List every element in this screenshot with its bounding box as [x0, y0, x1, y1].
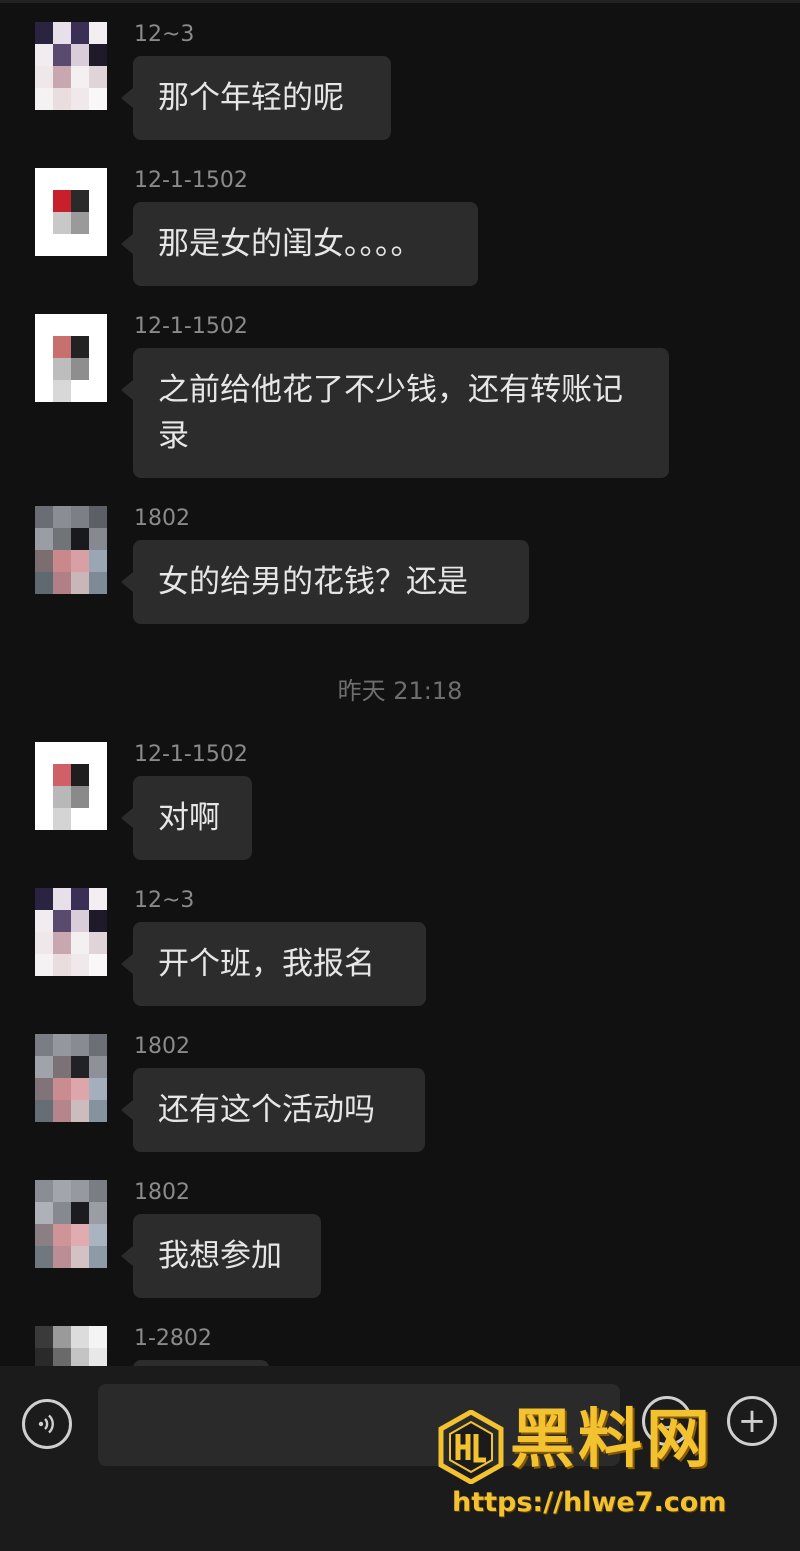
message-bubble[interactable]: 那是女的闺女。。。。 — [121, 202, 478, 286]
message-bubble[interactable]: 还有这个活动吗 — [121, 1068, 425, 1152]
sender-name: 1-2802 — [134, 1326, 212, 1351]
message-bubble[interactable]: 之前给他花了不少钱，还有转账记录 — [121, 348, 669, 478]
message-bubble[interactable]: 女的给男的花钱？还是 — [121, 540, 529, 624]
avatar[interactable] — [35, 314, 107, 402]
watermark-title: 黑料网 — [510, 1403, 714, 1477]
voice-icon[interactable] — [22, 1399, 72, 1449]
watermark-url: https://hlwe7.com — [452, 1487, 727, 1518]
avatar[interactable] — [35, 1034, 107, 1122]
avatar[interactable] — [35, 742, 107, 830]
message-bubble[interactable]: 开个班，我报名 — [121, 922, 426, 1006]
timestamp: 昨天 21:18 — [337, 677, 463, 705]
top-divider — [0, 0, 800, 3]
sender-name: 1802 — [134, 506, 190, 531]
message-bubble[interactable]: 对啊 — [121, 776, 252, 860]
sender-name: 12-1-1502 — [134, 168, 248, 193]
avatar[interactable] — [35, 888, 107, 976]
sender-name: 12-1-1502 — [134, 314, 248, 339]
sender-name: 12-1-1502 — [134, 742, 248, 767]
avatar[interactable] — [35, 1180, 107, 1268]
sender-name: 1802 — [134, 1034, 190, 1059]
sender-name: 1802 — [134, 1180, 190, 1205]
sender-name: 12~3 — [134, 22, 195, 47]
avatar[interactable] — [35, 506, 107, 594]
watermark: 黑料网 https://hlwe7.com — [430, 1400, 790, 1530]
watermark-logo-icon — [438, 1410, 504, 1484]
message-bubble[interactable]: 我想参加 — [121, 1214, 321, 1298]
avatar[interactable] — [35, 22, 107, 110]
avatar[interactable] — [35, 168, 107, 256]
message-bubble[interactable]: 那个年轻的呢 — [121, 56, 391, 140]
sender-name: 12~3 — [134, 888, 195, 913]
